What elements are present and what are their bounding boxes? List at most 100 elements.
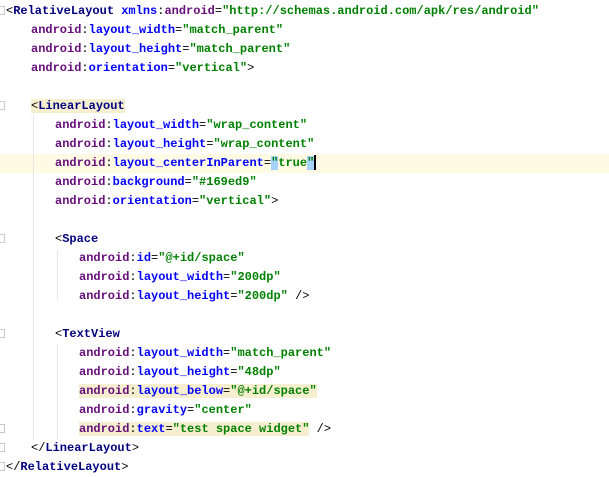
code-line[interactable]: android:gravity="center" xyxy=(0,401,609,420)
punctuation: > xyxy=(247,61,255,75)
code-text: android:background="#169ed9" xyxy=(55,175,257,189)
attribute-value: "@+id/space" xyxy=(158,251,245,265)
attribute-name: gravity xyxy=(136,403,188,417)
code-line[interactable]: android:orientation="vertical"> xyxy=(0,59,609,78)
code-line[interactable]: android:layout_height="match_parent" xyxy=(0,40,609,59)
code-line[interactable]: <LinearLayout xyxy=(0,97,609,116)
punctuation: = xyxy=(167,61,176,75)
code-line[interactable]: </RelativeLayout> xyxy=(0,458,609,477)
code-line[interactable]: android:layout_width="match_parent" xyxy=(0,21,609,40)
code-line[interactable]: android:layout_height="wrap_content" xyxy=(0,135,609,154)
code-text: <RelativeLayout xmlns:android="http://sc… xyxy=(6,4,539,18)
code-line-content: android:layout_below="@+id/space" xyxy=(79,382,317,401)
attribute-value: "200dp" xyxy=(230,270,281,284)
punctuation: : xyxy=(129,251,137,265)
code-line[interactable]: android:layout_width="wrap_content" xyxy=(0,116,609,135)
code-line[interactable]: <TextView xyxy=(0,325,609,344)
attribute-name: orientation xyxy=(112,194,192,208)
punctuation: = xyxy=(184,175,192,189)
code-line-content: </RelativeLayout> xyxy=(6,458,128,477)
punctuation: : xyxy=(105,194,113,208)
punctuation: </ xyxy=(31,441,46,455)
namespace-prefix: android xyxy=(79,251,130,265)
punctuation: > xyxy=(121,460,129,474)
attribute-name: orientation xyxy=(88,61,168,75)
code-line[interactable]: android:id="@+id/space" xyxy=(0,249,609,268)
punctuation: /> xyxy=(309,422,332,436)
code-line[interactable]: <RelativeLayout xmlns:android="http://sc… xyxy=(0,2,609,21)
attribute-value: "vertical" xyxy=(199,194,272,208)
punctuation: = xyxy=(165,422,173,436)
code-line-content: <LinearLayout xyxy=(31,97,125,116)
punctuation: : xyxy=(105,156,113,170)
attribute-name: xmlns xyxy=(121,4,158,18)
attribute-name: layout_width xyxy=(136,346,224,360)
code-line[interactable] xyxy=(0,211,609,230)
code-line-content: android:gravity="center" xyxy=(79,401,252,420)
tag-name: TextView xyxy=(62,327,120,341)
text-caret xyxy=(314,155,317,171)
code-editor[interactable]: <RelativeLayout xmlns:android="http://sc… xyxy=(0,0,609,476)
attribute-value: "wrap_content" xyxy=(206,118,308,132)
code-line[interactable] xyxy=(0,78,609,97)
code-line-content: <RelativeLayout xmlns:android="http://sc… xyxy=(6,2,539,21)
code-line[interactable]: android:layout_width="match_parent" xyxy=(0,344,609,363)
punctuation: : xyxy=(129,365,137,379)
code-line[interactable]: android:layout_width="200dp" xyxy=(0,268,609,287)
punctuation: > xyxy=(271,194,279,208)
code-line[interactable]: android:orientation="vertical"> xyxy=(0,192,609,211)
attribute-value: "@+id/space" xyxy=(230,384,317,398)
attribute-name: layout_height xyxy=(136,289,231,303)
code-line[interactable]: android:layout_height="48dp" xyxy=(0,363,609,382)
code-line-content: </LinearLayout> xyxy=(31,439,139,458)
namespace-prefix: android xyxy=(55,156,106,170)
attribute-value: "wrap_content" xyxy=(213,137,315,151)
code-line-content: android:layout_height="match_parent" xyxy=(31,40,290,59)
attribute-name: layout_below xyxy=(136,384,224,398)
code-text: android:orientation="vertical"> xyxy=(31,61,254,75)
punctuation: : xyxy=(129,346,137,360)
punctuation: : xyxy=(129,289,137,303)
code-line[interactable]: android:background="#169ed9" xyxy=(0,173,609,192)
code-line[interactable]: android:layout_below="@+id/space" xyxy=(0,382,609,401)
punctuation: : xyxy=(81,23,89,37)
code-line-content: android:orientation="vertical"> xyxy=(55,192,278,211)
namespace-prefix: android xyxy=(31,23,82,37)
attribute-value: "vertical" xyxy=(175,61,248,75)
code-line[interactable]: android:layout_centerInParent="true" xyxy=(0,154,609,173)
attribute-value: true xyxy=(278,156,308,170)
code-line-content: android:orientation="vertical"> xyxy=(31,59,254,78)
attribute-value: "http://schemas.android.com/apk/res/andr… xyxy=(222,4,539,18)
code-text: </RelativeLayout> xyxy=(6,460,128,474)
attribute-value: "200dp" xyxy=(237,289,288,303)
attribute-name: layout_height xyxy=(112,137,207,151)
attribute-name: id xyxy=(136,251,152,265)
code-text: <TextView xyxy=(55,327,120,341)
code-line[interactable]: android:text="test space widget" /> xyxy=(0,420,609,439)
tag-name: LinearLayout xyxy=(38,99,125,113)
punctuation: : xyxy=(129,270,137,284)
code-text: android:layout_width="200dp" xyxy=(79,270,281,284)
code-line-content: android:text="test space widget" /> xyxy=(79,420,331,439)
code-line-content: android:layout_width="200dp" xyxy=(79,268,281,287)
code-text: android:layout_height="wrap_content" xyxy=(55,137,314,151)
code-line-content: android:background="#169ed9" xyxy=(55,173,257,192)
namespace-prefix: android xyxy=(55,194,106,208)
code-line-content: <TextView xyxy=(55,325,120,344)
punctuation: : xyxy=(129,403,137,417)
code-text: android:layout_height="48dp" xyxy=(79,365,281,379)
punctuation: : xyxy=(129,422,137,436)
code-text: android:layout_height="200dp" /> xyxy=(79,289,309,303)
code-line[interactable]: <Space xyxy=(0,230,609,249)
punctuation: : xyxy=(105,137,113,151)
code-line[interactable]: android:layout_height="200dp" /> xyxy=(0,287,609,306)
attribute-name: layout_height xyxy=(136,365,231,379)
namespace-prefix: android xyxy=(79,270,130,284)
namespace-prefix: android xyxy=(55,175,106,189)
highlighted-code: <LinearLayout xyxy=(31,99,125,113)
code-line[interactable] xyxy=(0,306,609,325)
punctuation: : xyxy=(105,118,113,132)
code-line[interactable]: </LinearLayout> xyxy=(0,439,609,458)
code-line-content: android:layout_height="wrap_content" xyxy=(55,135,314,154)
attribute-value: "test space widget" xyxy=(172,422,310,436)
